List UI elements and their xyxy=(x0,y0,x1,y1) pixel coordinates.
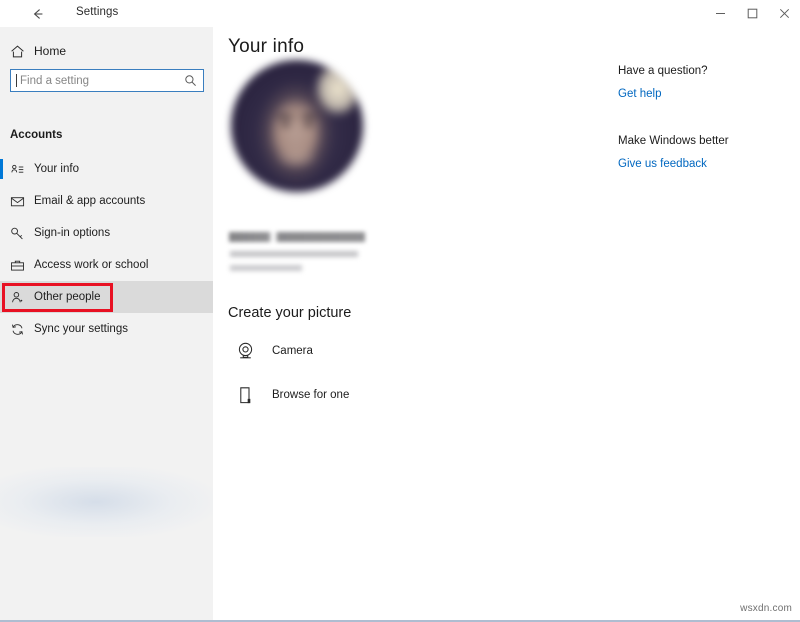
help-question-heading: Have a question? xyxy=(618,65,788,77)
back-arrow-icon[interactable] xyxy=(28,4,48,24)
sidebar-item-other-people[interactable]: Other people xyxy=(0,281,213,313)
sidebar-item-label: Access work or school xyxy=(34,259,148,271)
option-label: Browse for one xyxy=(272,389,349,401)
account-detail-redacted xyxy=(230,265,302,271)
sync-icon xyxy=(0,322,34,337)
window-controls xyxy=(704,0,800,27)
sidebar-item-sync-your-settings[interactable]: Sync your settings xyxy=(0,313,213,345)
webcam-icon xyxy=(228,341,262,362)
avatar[interactable] xyxy=(231,60,363,192)
sidebar-item-sign-in-options[interactable]: Sign-in options xyxy=(0,217,213,249)
settings-sidebar: Home Accounts xyxy=(0,27,213,620)
sidebar-item-email-app-accounts[interactable]: Email & app accounts xyxy=(0,185,213,217)
sidebar-item-label: Your info xyxy=(34,163,79,175)
search-box[interactable] xyxy=(10,69,204,92)
account-detail-redacted xyxy=(230,251,358,257)
create-picture-option-browse[interactable]: Browse for one xyxy=(228,378,349,412)
sidebar-item-access-work-or-school[interactable]: Access work or school xyxy=(0,249,213,281)
watermark: wsxdn.com xyxy=(740,603,792,614)
picture-file-icon xyxy=(228,385,262,406)
sidebar-item-label: Email & app accounts xyxy=(34,195,145,207)
id-card-icon xyxy=(0,162,34,177)
search-input[interactable] xyxy=(17,75,180,87)
background-artifact xyxy=(0,467,213,537)
maximize-button[interactable] xyxy=(736,0,768,27)
sidebar-item-label: Sign-in options xyxy=(34,227,110,239)
sidebar-item-home[interactable]: Home xyxy=(0,37,213,65)
settings-window: Settings xyxy=(0,0,800,622)
home-label: Home xyxy=(34,44,66,58)
briefcase-icon xyxy=(0,258,34,273)
create-picture-heading: Create your picture xyxy=(228,305,351,321)
window-title: Settings xyxy=(76,6,118,18)
person-icon xyxy=(0,290,34,305)
sidebar-item-your-info[interactable]: Your info xyxy=(0,153,213,185)
get-help-link[interactable]: Get help xyxy=(618,88,661,100)
title-bar: Settings xyxy=(0,0,800,27)
page-title: Your info xyxy=(228,36,304,58)
create-picture-option-camera[interactable]: Camera xyxy=(228,334,313,368)
key-icon xyxy=(0,226,34,241)
sidebar-item-label: Sync your settings xyxy=(34,323,128,335)
envelope-icon xyxy=(0,194,34,209)
close-button[interactable] xyxy=(768,0,800,27)
home-icon xyxy=(0,44,34,59)
main-content: Your info Create your picture Camera xyxy=(213,27,800,620)
account-name-redacted xyxy=(229,232,365,242)
help-feedback-heading: Make Windows better xyxy=(618,135,788,147)
sidebar-section-heading: Accounts xyxy=(10,129,62,141)
sidebar-item-label: Other people xyxy=(34,291,101,303)
minimize-button[interactable] xyxy=(704,0,736,27)
give-feedback-link[interactable]: Give us feedback xyxy=(618,158,707,170)
search-icon[interactable] xyxy=(180,74,203,87)
sidebar-nav: Your info Email & app accounts xyxy=(0,153,213,345)
help-column: Have a question? Get help Make Windows b… xyxy=(618,65,788,172)
option-label: Camera xyxy=(272,345,313,357)
